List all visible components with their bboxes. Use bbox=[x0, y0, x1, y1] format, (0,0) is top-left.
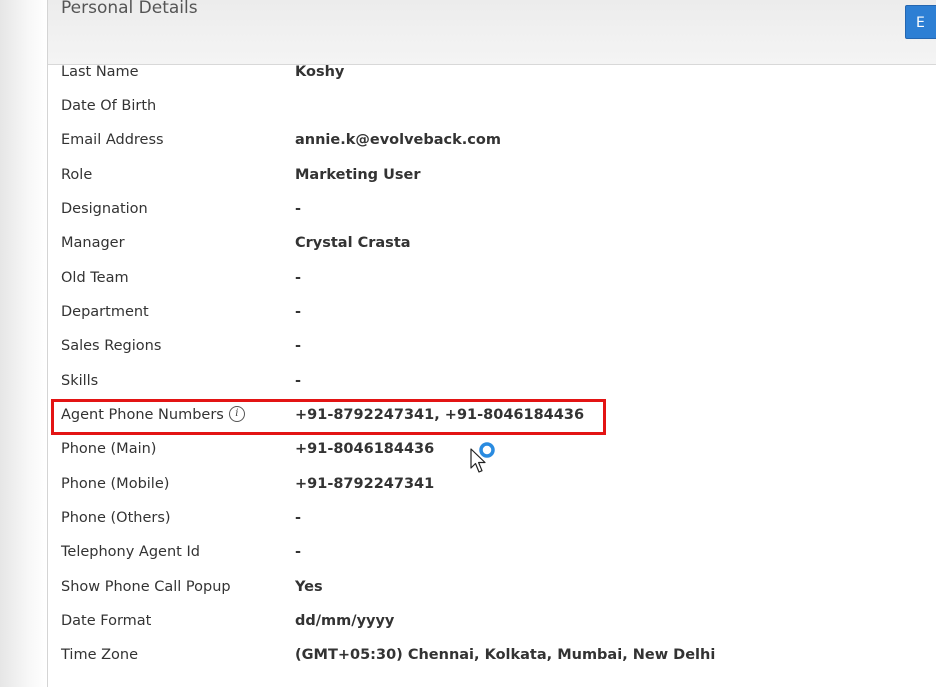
page: Personal Details E Last Name Koshy Date … bbox=[0, 0, 936, 687]
field-label: Skills bbox=[61, 373, 99, 389]
detail-row-telephony-agent-id: Telephony Agent Id - bbox=[48, 535, 936, 569]
detail-row-old-team: Old Team - bbox=[48, 261, 936, 295]
field-label: Phone (Main) bbox=[61, 441, 157, 457]
detail-row-show-phone-call-popup: Show Phone Call Popup Yes bbox=[48, 570, 936, 604]
detail-row-date-format: Date Format dd/mm/yyyy bbox=[48, 604, 936, 638]
field-label: Designation bbox=[61, 201, 148, 217]
field-value: Marketing User bbox=[295, 167, 421, 183]
detail-row-phone-mobile: Phone (Mobile) +91-8792247341 bbox=[48, 467, 936, 501]
field-label: Date Format bbox=[61, 613, 152, 629]
left-rail bbox=[0, 0, 47, 687]
field-value: dd/mm/yyyy bbox=[295, 613, 395, 629]
field-label: Department bbox=[61, 304, 149, 320]
detail-row-manager: Manager Crystal Crasta bbox=[48, 226, 936, 260]
field-label: Date Of Birth bbox=[61, 98, 157, 114]
field-label: Time Zone bbox=[61, 647, 139, 663]
field-label: Role bbox=[61, 167, 93, 183]
field-label: Last Name bbox=[61, 64, 139, 80]
field-value: - bbox=[295, 373, 302, 389]
field-value: - bbox=[295, 304, 302, 320]
field-value: +91-8792247341 bbox=[295, 476, 435, 492]
field-label: Telephony Agent Id bbox=[61, 544, 200, 560]
detail-row-last-name: Last Name Koshy bbox=[48, 55, 936, 89]
field-value: - bbox=[295, 544, 302, 560]
field-label: Old Team bbox=[61, 270, 129, 286]
field-value: Yes bbox=[295, 579, 323, 595]
field-value: annie.k@evolveback.com bbox=[295, 132, 501, 148]
field-value: - bbox=[295, 338, 302, 354]
detail-row-skills: Skills - bbox=[48, 364, 936, 398]
detail-row-email: Email Address annie.k@evolveback.com bbox=[48, 123, 936, 157]
field-label: Sales Regions bbox=[61, 338, 162, 354]
highlight-annotation-box bbox=[51, 399, 606, 435]
field-label: Phone (Mobile) bbox=[61, 476, 170, 492]
detail-row-role: Role Marketing User bbox=[48, 158, 936, 192]
detail-row-sales-regions: Sales Regions - bbox=[48, 329, 936, 363]
field-value: - bbox=[295, 510, 302, 526]
field-value: - bbox=[295, 270, 302, 286]
detail-row-phone-others: Phone (Others) - bbox=[48, 501, 936, 535]
detail-row-designation: Designation - bbox=[48, 192, 936, 226]
field-value: (GMT+05:30) Chennai, Kolkata, Mumbai, Ne… bbox=[295, 647, 716, 663]
section-title: Personal Details bbox=[61, 0, 198, 18]
field-value: - bbox=[295, 201, 302, 217]
edit-button[interactable]: E bbox=[905, 5, 936, 39]
field-value: Crystal Crasta bbox=[295, 235, 411, 251]
detail-row-department: Department - bbox=[48, 295, 936, 329]
detail-row-time-zone: Time Zone (GMT+05:30) Chennai, Kolkata, … bbox=[48, 638, 936, 672]
field-label: Phone (Others) bbox=[61, 510, 171, 526]
mouse-pointer-icon bbox=[470, 448, 486, 473]
field-label: Show Phone Call Popup bbox=[61, 579, 231, 595]
detail-row-date-of-birth: Date Of Birth bbox=[48, 89, 936, 123]
field-label: Email Address bbox=[61, 132, 164, 148]
field-label: Manager bbox=[61, 235, 125, 251]
field-value: Koshy bbox=[295, 64, 345, 80]
field-value: +91-8046184436 bbox=[295, 441, 435, 457]
